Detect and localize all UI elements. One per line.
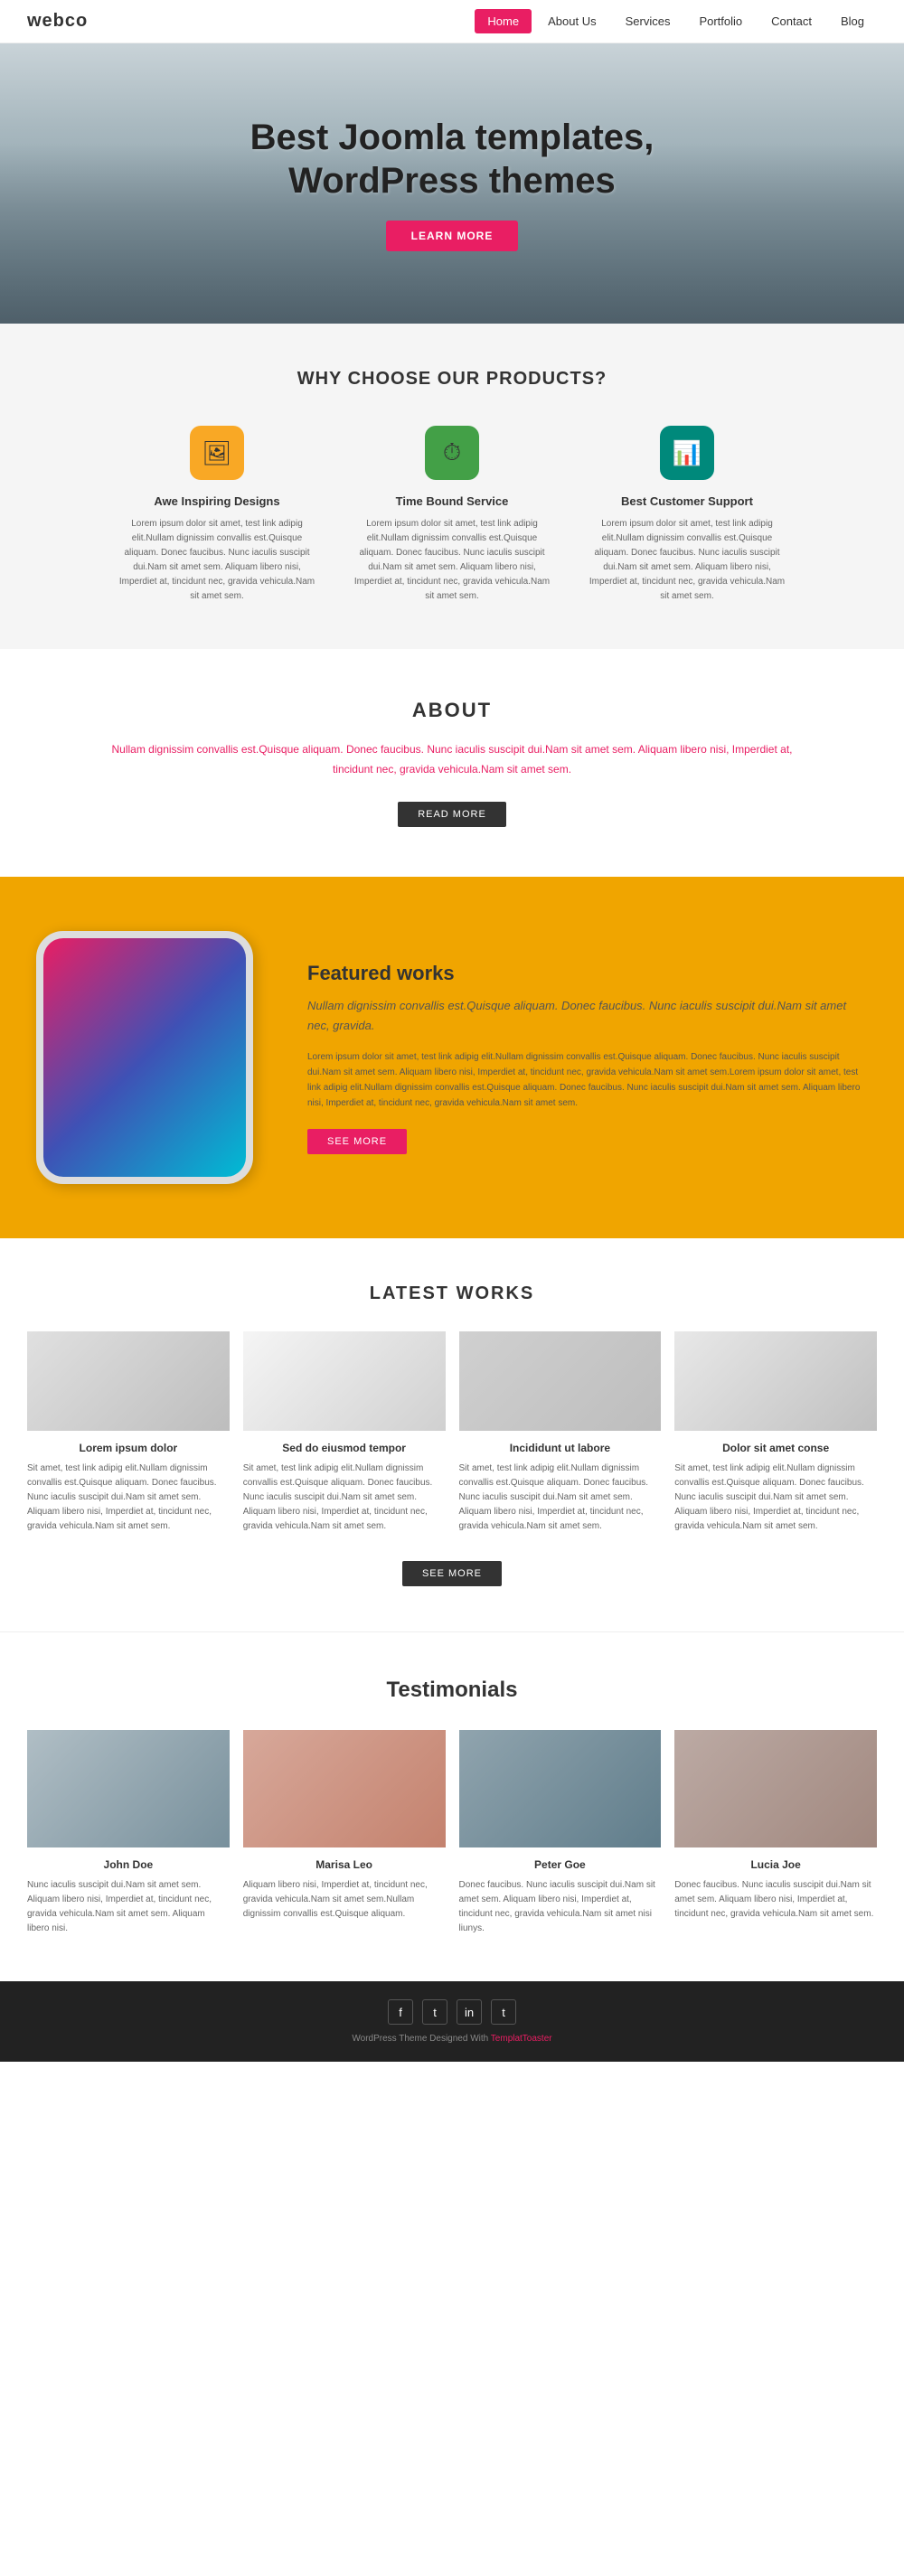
about-heading: ABOUT [108, 699, 796, 722]
nav-blog[interactable]: Blog [828, 9, 877, 33]
work-text-1: Sit amet, test link adipig elit.Nullam d… [27, 1462, 230, 1534]
social-icons: f t in t [18, 1999, 886, 2025]
testimonial-item-4: Lucia Joe Donec faucibus. Nunc iaculis s… [674, 1730, 877, 1936]
testimonial-item-2: Marisa Leo Aliquam libero nisi, Imperdie… [243, 1730, 446, 1936]
nav-home[interactable]: Home [475, 9, 532, 33]
about-section: ABOUT Nullam dignissim convallis est.Qui… [0, 649, 904, 877]
hero-cta-button[interactable]: LEARN MORE [386, 221, 519, 251]
testimonial-name-3: Peter Goe [459, 1858, 662, 1871]
social-facebook[interactable]: f [388, 1999, 413, 2025]
testimonials-heading: Testimonials [27, 1678, 877, 1703]
nav-contact[interactable]: Contact [758, 9, 824, 33]
about-read-more-button[interactable]: READ MORE [398, 802, 506, 827]
testimonials-section: Testimonials John Doe Nunc iaculis susci… [0, 1631, 904, 1981]
nav-services[interactable]: Services [613, 9, 683, 33]
featured-content: Featured works Nullam dignissim convalli… [307, 962, 868, 1154]
testimonial-photo-1 [27, 1730, 230, 1847]
why-item-3: 📊 Best Customer Support Lorem ipsum dolo… [588, 426, 786, 604]
footer-brand: TemplatToaster [491, 2034, 552, 2044]
why-icon-3: 📊 [660, 426, 714, 480]
social-twitter[interactable]: t [422, 1999, 447, 2025]
featured-heading: Featured works [307, 962, 868, 985]
latest-heading: LATEST WORKS [27, 1283, 877, 1304]
work-thumb-4 [674, 1331, 877, 1431]
why-grid: 🖼 Awe Inspiring Designs Lorem ipsum dolo… [54, 426, 850, 604]
featured-subtitle: Nullam dignissim convallis est.Quisque a… [307, 996, 868, 1036]
testimonial-text-2: Aliquam libero nisi, Imperdiet at, tinci… [243, 1878, 446, 1922]
why-text-3: Lorem ipsum dolor sit amet, test link ad… [588, 517, 786, 604]
why-item-1: 🖼 Awe Inspiring Designs Lorem ipsum dolo… [118, 426, 316, 604]
featured-text: Lorem ipsum dolor sit amet, test link ad… [307, 1049, 868, 1111]
footer: f t in t WordPress Theme Designed With T… [0, 1981, 904, 2062]
hero-content: Best Joomla templates, WordPress themes … [250, 116, 654, 251]
navigation: webco Home About Us Services Portfolio C… [0, 0, 904, 43]
featured-section: Featured works Nullam dignissim convalli… [0, 877, 904, 1238]
work-thumb-1 [27, 1331, 230, 1431]
phone-screen [43, 938, 246, 1177]
works-grid: Lorem ipsum dolor Sit amet, test link ad… [27, 1331, 877, 1534]
testimonial-name-4: Lucia Joe [674, 1858, 877, 1871]
logo: webco [27, 11, 88, 32]
work-title-3: Incididunt ut labore [459, 1442, 662, 1454]
why-heading: WHY CHOOSE OUR PRODUCTS? [54, 369, 850, 390]
work-title-2: Sed do eiusmod tempor [243, 1442, 446, 1454]
testimonial-name-1: John Doe [27, 1858, 230, 1871]
nav-about[interactable]: About Us [535, 9, 608, 33]
work-item-3: Incididunt ut labore Sit amet, test link… [459, 1331, 662, 1534]
latest-section: LATEST WORKS Lorem ipsum dolor Sit amet,… [0, 1238, 904, 1631]
work-text-3: Sit amet, test link adipig elit.Nullam d… [459, 1462, 662, 1534]
testimonial-photo-2 [243, 1730, 446, 1847]
hero-headline: Best Joomla templates, WordPress themes [250, 116, 654, 202]
social-linkedin[interactable]: in [457, 1999, 482, 2025]
testimonials-grid: John Doe Nunc iaculis suscipit dui.Nam s… [27, 1730, 877, 1936]
testimonial-text-4: Donec faucibus. Nunc iaculis suscipit du… [674, 1878, 877, 1922]
work-item-1: Lorem ipsum dolor Sit amet, test link ad… [27, 1331, 230, 1534]
nav-portfolio[interactable]: Portfolio [686, 9, 755, 33]
social-tumblr[interactable]: t [491, 1999, 516, 2025]
why-title-2: Time Bound Service [353, 494, 551, 508]
why-text-1: Lorem ipsum dolor sit amet, test link ad… [118, 517, 316, 604]
why-title-1: Awe Inspiring Designs [118, 494, 316, 508]
hero-section: Best Joomla templates, WordPress themes … [0, 43, 904, 324]
why-text-2: Lorem ipsum dolor sit amet, test link ad… [353, 517, 551, 604]
work-title-1: Lorem ipsum dolor [27, 1442, 230, 1454]
nav-links: Home About Us Services Portfolio Contact… [475, 9, 877, 33]
why-section: WHY CHOOSE OUR PRODUCTS? 🖼 Awe Inspiring… [0, 324, 904, 649]
featured-see-more-button[interactable]: SEE MORE [307, 1129, 407, 1154]
why-title-3: Best Customer Support [588, 494, 786, 508]
testimonial-text-3: Donec faucibus. Nunc iaculis suscipit du… [459, 1878, 662, 1936]
phone-image [36, 931, 253, 1184]
why-item-2: ⏱ Time Bound Service Lorem ipsum dolor s… [353, 426, 551, 604]
work-thumb-3 [459, 1331, 662, 1431]
testimonial-photo-3 [459, 1730, 662, 1847]
footer-text: WordPress Theme Designed With TemplatToa… [18, 2034, 886, 2044]
testimonial-item-3: Peter Goe Donec faucibus. Nunc iaculis s… [459, 1730, 662, 1936]
work-thumb-2 [243, 1331, 446, 1431]
work-text-4: Sit amet, test link adipig elit.Nullam d… [674, 1462, 877, 1534]
testimonial-item-1: John Doe Nunc iaculis suscipit dui.Nam s… [27, 1730, 230, 1936]
work-title-4: Dolor sit amet conse [674, 1442, 877, 1454]
testimonial-name-2: Marisa Leo [243, 1858, 446, 1871]
work-item-2: Sed do eiusmod tempor Sit amet, test lin… [243, 1331, 446, 1534]
featured-phone [36, 931, 271, 1184]
work-item-4: Dolor sit amet conse Sit amet, test link… [674, 1331, 877, 1534]
latest-see-more-button[interactable]: SEE MORE [402, 1561, 502, 1586]
testimonial-text-1: Nunc iaculis suscipit dui.Nam sit amet s… [27, 1878, 230, 1936]
testimonial-photo-4 [674, 1730, 877, 1847]
about-text: Nullam dignissim convallis est.Quisque a… [108, 740, 796, 779]
why-icon-1: 🖼 [190, 426, 244, 480]
work-text-2: Sit amet, test link adipig elit.Nullam d… [243, 1462, 446, 1534]
why-icon-2: ⏱ [425, 426, 479, 480]
